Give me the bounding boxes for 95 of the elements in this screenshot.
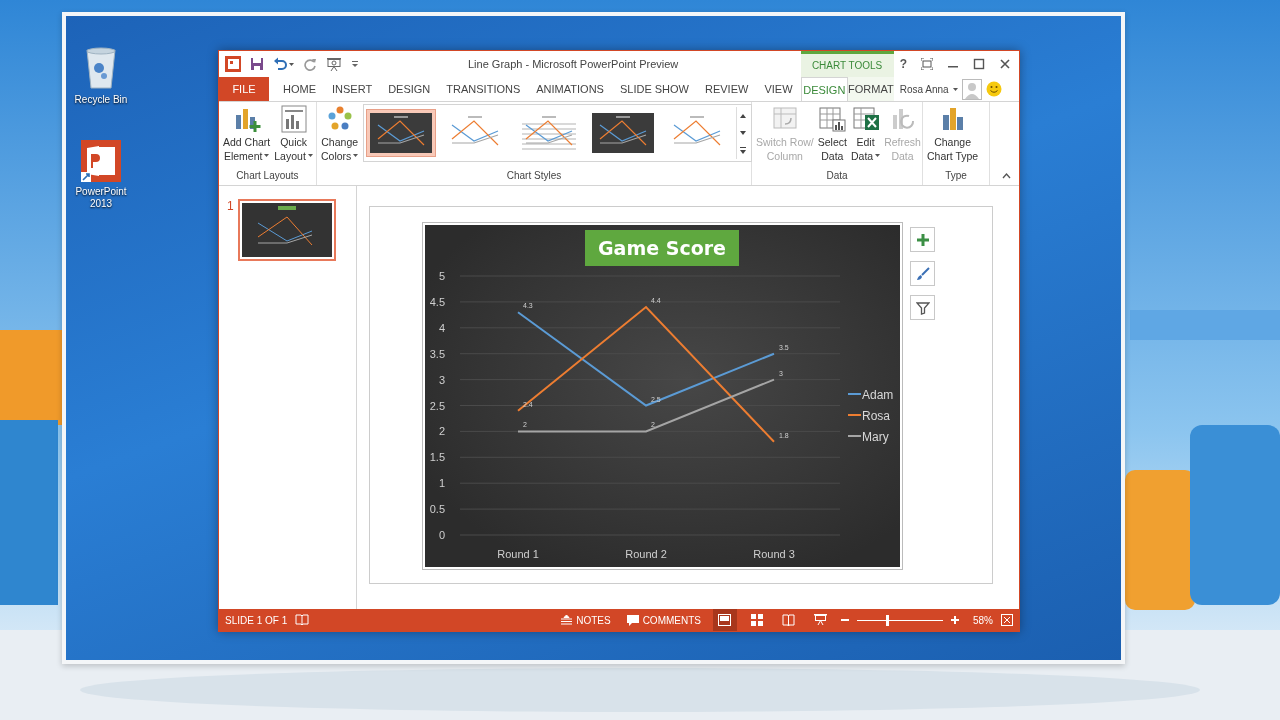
ribbon-tab[interactable]: SLIDE SHOW — [611, 77, 697, 101]
desktop-icon-label[interactable]: PowerPoint 2013 — [73, 186, 129, 210]
axis-tick-label: 4 — [438, 321, 445, 334]
caret-icon[interactable] — [289, 62, 294, 66]
axis-category-label: Round 3 — [753, 548, 795, 560]
comments-button[interactable]: COMMENTS — [622, 614, 705, 626]
axis-tick-label: 0 — [438, 529, 445, 541]
ribbon-tab[interactable]: DESIGN — [380, 77, 439, 101]
caret-icon[interactable] — [952, 87, 958, 91]
notes-button[interactable]: NOTES — [557, 614, 615, 626]
chart-title: Game Score — [598, 237, 726, 259]
axis-category-label: Round 1 — [497, 548, 539, 560]
group-label: Chart Styles — [505, 170, 563, 183]
ribbon-command[interactable]: Add Chart Element — [222, 104, 272, 164]
grid-view-icon — [751, 614, 763, 626]
caret-icon — [307, 153, 313, 157]
table-chart-icon — [818, 105, 847, 133]
axis-tick-label: 2.5 — [429, 399, 445, 412]
ribbon-tab[interactable]: HOME — [275, 77, 324, 101]
legend-entry[interactable]: Mary — [847, 430, 889, 444]
customize-toolbar-icon[interactable] — [351, 60, 359, 68]
ribbon-tab[interactable]: ANIMATIONS — [528, 77, 612, 101]
chart-style-option[interactable] — [366, 109, 437, 157]
layout-icon — [279, 105, 308, 133]
group-label: Data — [825, 170, 849, 183]
help-button[interactable]: ? — [899, 57, 907, 71]
window-title: Line Graph - Microsoft PowerPoint Preview — [468, 58, 679, 70]
ribbon-tab[interactable]: FILE — [219, 77, 269, 101]
normal-view-button[interactable] — [713, 609, 737, 631]
chart-styles-button[interactable] — [910, 261, 935, 286]
legend-label: Mary — [862, 430, 889, 444]
ribbon-tab[interactable]: REVIEW — [697, 77, 757, 101]
normal-view-icon — [718, 614, 732, 626]
chart-elements-button[interactable] — [910, 227, 935, 252]
user-name[interactable]: Rosa Anna — [899, 83, 949, 95]
axis-tick-label: 1.5 — [429, 451, 445, 464]
axis-tick-label: 5 — [438, 270, 445, 282]
group-label: Type — [944, 170, 968, 183]
axis-tick-label: 0.5 — [429, 503, 445, 516]
ribbon-command[interactable]: Change Colors — [320, 104, 360, 164]
legend-label: Adam — [862, 388, 894, 402]
ribbon-tab[interactable]: INSERT — [324, 77, 381, 101]
maximize-icon[interactable] — [973, 58, 985, 70]
group-label: Chart Layouts — [235, 170, 300, 183]
desktop-icon-label[interactable]: Recycle Bin — [73, 94, 129, 106]
series-line[interactable] — [517, 378, 775, 433]
projector-screen-icon — [814, 614, 828, 626]
smiley-icon[interactable] — [985, 81, 1002, 97]
legend-entry[interactable]: Rosa — [847, 409, 890, 423]
axis-tick-label: 3.5 — [429, 347, 445, 360]
ribbon-tab[interactable]: FORMAT — [848, 77, 894, 101]
zoom-in-icon[interactable] — [951, 616, 959, 624]
close-icon[interactable] — [999, 58, 1011, 70]
ribbon-tab[interactable]: TRANSITIONS — [438, 77, 529, 101]
axis-tick-label: 1 — [438, 477, 445, 490]
fit-slide-icon[interactable] — [1001, 614, 1013, 626]
undo-icon[interactable] — [273, 57, 287, 71]
series-line[interactable] — [517, 311, 775, 407]
ribbon-command[interactable]: Change Chart Type — [926, 104, 980, 164]
caret-icon — [264, 153, 270, 157]
axis-tick-label: 3 — [438, 373, 445, 386]
app-logo-icon — [225, 56, 241, 72]
comment-icon — [626, 614, 639, 626]
ribbon-command[interactable]: Quick Layout — [273, 104, 314, 164]
slide-number: 1 — [227, 199, 234, 213]
legend-label: Rosa — [862, 409, 891, 423]
redo-icon[interactable] — [303, 57, 317, 71]
ribbon-display-icon[interactable] — [921, 58, 933, 70]
recycle-bin-icon[interactable] — [84, 46, 118, 90]
slide-thumbnail[interactable] — [237, 199, 336, 261]
book-icon — [782, 614, 796, 626]
presentation-app-icon[interactable] — [81, 140, 121, 182]
axis-category-label: Round 2 — [625, 548, 667, 560]
zoom-out-icon[interactable] — [841, 616, 849, 624]
brush-icon — [915, 266, 930, 281]
series-line[interactable] — [517, 305, 775, 443]
ribbon-tab[interactable]: VIEW — [756, 77, 801, 101]
plus-icon — [915, 232, 930, 247]
chart-filters-button[interactable] — [910, 295, 935, 320]
legend-entry[interactable]: Adam — [847, 388, 894, 402]
ribbon-command[interactable]: Select Data — [816, 104, 848, 164]
spreadsheet-icon — [851, 105, 880, 133]
axis-tick-label: 2 — [438, 425, 445, 438]
ribbon-tab[interactable]: DESIGN — [800, 77, 849, 101]
notes-icon — [561, 615, 573, 625]
collapse-ribbon-icon[interactable] — [1002, 173, 1011, 179]
presentation-icon[interactable] — [326, 56, 342, 72]
slide-indicator: SLIDE 1 OF 1 — [225, 614, 288, 626]
ribbon-command[interactable]: Edit Data — [849, 104, 882, 164]
filter-icon — [915, 300, 930, 315]
zoom-level[interactable]: 58% — [973, 614, 993, 626]
caret-icon — [353, 153, 359, 157]
caret-icon — [875, 153, 881, 157]
axis-tick-label: 4.5 — [429, 295, 445, 308]
spell-check-icon[interactable] — [295, 614, 310, 626]
